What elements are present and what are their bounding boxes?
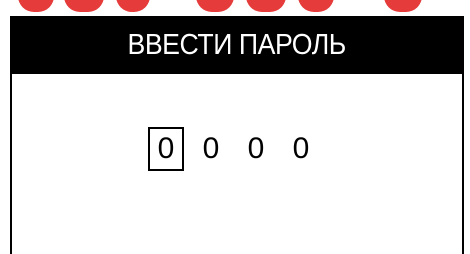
cropped-red-mark xyxy=(298,0,334,12)
cropped-red-mark xyxy=(246,0,286,12)
cropped-red-mark xyxy=(116,0,150,12)
cropped-red-mark xyxy=(196,0,234,12)
password-digit-3[interactable]: 0 xyxy=(238,127,274,171)
password-digit-1[interactable]: 0 xyxy=(148,127,184,171)
password-screen: ВВЕСТИ ПАРОЛЬ 0 0 0 0 xyxy=(0,0,470,254)
cropped-red-mark xyxy=(384,0,422,12)
top-cropped-graphic xyxy=(0,0,470,14)
password-digits: 0 0 0 0 xyxy=(148,127,328,171)
password-digit-2[interactable]: 0 xyxy=(193,127,229,171)
title-bar: ВВЕСТИ ПАРОЛЬ xyxy=(12,16,462,74)
cropped-red-mark xyxy=(64,0,104,12)
password-digit-4[interactable]: 0 xyxy=(283,127,319,171)
cropped-red-mark xyxy=(18,0,54,12)
password-panel: ВВЕСТИ ПАРОЛЬ 0 0 0 0 xyxy=(10,16,464,254)
page-title: ВВЕСТИ ПАРОЛЬ xyxy=(127,28,347,61)
